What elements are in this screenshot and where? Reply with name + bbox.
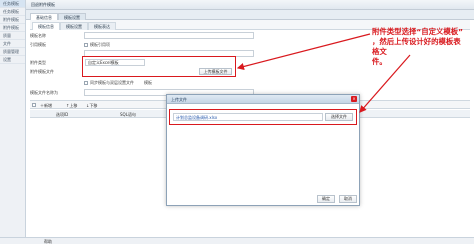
subtab-template-info[interactable]: 模板信息: [32, 22, 60, 30]
dialog-title: 上传文件: [167, 95, 359, 104]
sidebar-item-4[interactable]: 质量: [0, 32, 25, 40]
ok-button[interactable]: 确定: [317, 195, 335, 203]
help-label[interactable]: 帮助: [44, 239, 52, 244]
code-label: 引用模板: [30, 42, 46, 47]
sidebar-item-0[interactable]: 任务模板: [0, 0, 25, 8]
template-name-input[interactable]: [84, 32, 254, 39]
sidebar-item-7[interactable]: 设置: [0, 56, 25, 64]
add-label: 新增: [44, 103, 52, 108]
grid-col-option-id: 选项ID: [56, 112, 69, 117]
page-title: 回退附件模板: [26, 0, 474, 10]
sidebar-item-5[interactable]: 文件: [0, 40, 25, 48]
subtab-template-expression[interactable]: 模板表达: [88, 22, 116, 30]
sync-checkbox[interactable]: [84, 81, 88, 85]
subtab-template-settings[interactable]: 模板设置: [60, 22, 88, 30]
annotation-line-2: ，然后上传设计好的模板表格文: [372, 37, 461, 56]
add-button[interactable]: ＋新增: [40, 103, 52, 108]
sidebar-item-3[interactable]: 附件模板: [0, 24, 25, 32]
template-name-label: 模板名称: [30, 33, 46, 38]
sidebar: 任务模板 任务模板 附件模板 附件模板 质量 文件 质量管理 设置: [0, 0, 26, 244]
move-down-button[interactable]: ↓下移: [86, 103, 97, 108]
move-down-label: 下移: [89, 103, 98, 108]
highlight-box-dialog: [169, 109, 357, 125]
select-all-checkbox[interactable]: [32, 103, 36, 107]
annotation-line-3: 件。: [372, 57, 387, 66]
attach-file-label: 附件模板文件: [30, 69, 54, 74]
bottom-bar: 帮助: [0, 237, 474, 244]
template-file-name-label: 模板文件名称为: [30, 90, 58, 95]
sidebar-item-1[interactable]: 任务模板: [0, 8, 25, 16]
template-ref-checkbox[interactable]: [84, 43, 88, 47]
upload-dialog: 上传文件 × 计划总监设备调研.xlsx 选择文件 确定 取消: [166, 94, 360, 206]
sync-label-suffix: 模板: [144, 80, 152, 85]
annotation-text: 附件类型选择“自定义模板” ，然后上传设计好的模板表格文 件。: [372, 27, 468, 67]
close-icon[interactable]: ×: [351, 96, 357, 102]
sidebar-item-6[interactable]: 质量管理: [0, 48, 25, 56]
template-ref-label: 模板引用项: [90, 42, 110, 47]
cancel-button[interactable]: 取消: [339, 195, 357, 203]
attach-type-label: 附件类型: [30, 60, 46, 65]
sync-label: 同步模板与双层设置文件: [90, 80, 134, 85]
tab-bar: 基础信息 模板设置: [26, 10, 474, 21]
move-up-button[interactable]: ↑上移: [66, 103, 77, 108]
grid-col-sql: SQL语句: [120, 112, 136, 117]
sidebar-item-2[interactable]: 附件模板: [0, 16, 25, 24]
highlight-box-form: [82, 56, 236, 77]
move-up-label: 上移: [69, 103, 78, 108]
annotation-line-1: 附件类型选择“自定义模板”: [372, 27, 464, 36]
